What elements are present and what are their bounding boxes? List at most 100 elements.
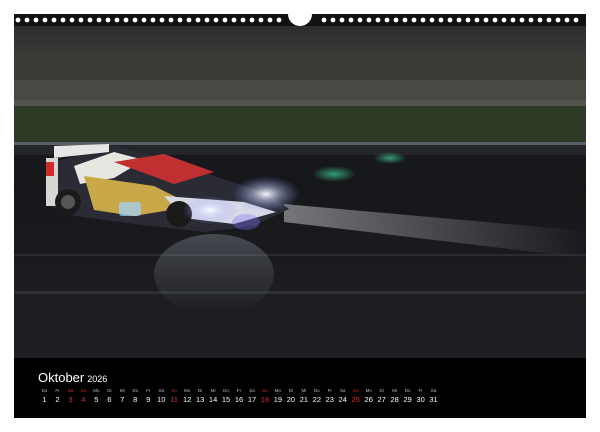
- binding-hole: [231, 17, 237, 23]
- binding-hole: [510, 17, 516, 23]
- day-number: 9: [146, 395, 151, 404]
- month-title: Oktober 2026: [38, 370, 107, 385]
- day-number: 11: [170, 395, 179, 404]
- day-cell: Mi 28: [388, 388, 401, 410]
- binding-hole: [447, 17, 453, 23]
- binding-hole: [330, 17, 336, 23]
- binding-hole: [546, 17, 552, 23]
- day-number: 15: [221, 395, 231, 404]
- day-number: 8: [133, 395, 138, 404]
- binding-hole: [537, 17, 543, 23]
- binding-hole: [96, 17, 102, 23]
- binding-hole: [573, 17, 579, 23]
- day-number: 2: [55, 395, 60, 404]
- day-cell: Do 22: [310, 388, 323, 410]
- day-number: 16: [234, 395, 244, 404]
- race-car-photo: [14, 26, 586, 358]
- day-number: 6: [107, 395, 112, 404]
- day-row: Do 1 Fr 2 Sa 3 So 4 Mo 5 Di 6 Mi 7 Do 8 Fr 9 Sa 10 So 11 Mo 12 D…: [38, 388, 440, 410]
- day-number: 19: [273, 395, 283, 404]
- day-cell: Fr 9: [142, 388, 155, 410]
- day-cell: Di 13: [194, 388, 207, 410]
- binding-hole: [15, 17, 21, 23]
- binding-hole: [420, 17, 426, 23]
- binding-hole: [456, 17, 462, 23]
- day-number: 26: [364, 395, 373, 404]
- binding-hole: [357, 17, 363, 23]
- binding-hole: [123, 17, 129, 23]
- binding-hole: [474, 17, 480, 23]
- day-number: 1: [42, 395, 47, 404]
- day-cell: Do 8: [129, 388, 142, 410]
- day-number: 23: [325, 395, 334, 404]
- binding-hole: [240, 17, 246, 23]
- day-number: 25: [351, 395, 360, 404]
- hanger-notch: [288, 14, 312, 26]
- day-cell: Fr 23: [323, 388, 336, 410]
- binding-hole: [24, 17, 30, 23]
- day-cell: Do 15: [220, 388, 233, 410]
- binding-hole: [555, 17, 561, 23]
- day-number: 24: [338, 395, 347, 404]
- day-cell: Mo 12: [181, 388, 194, 410]
- day-cell: Sa 10: [155, 388, 168, 410]
- binding-hole: [465, 17, 471, 23]
- day-cell: So 4: [77, 388, 90, 410]
- wire-binding: [14, 14, 586, 26]
- binding-hole: [348, 17, 354, 23]
- day-cell: Mi 14: [207, 388, 220, 410]
- binding-hole: [519, 17, 525, 23]
- binding-hole: [132, 17, 138, 23]
- binding-hole: [258, 17, 264, 23]
- month-name: Oktober: [38, 370, 85, 385]
- night-race-image: [14, 26, 586, 358]
- binding-hole: [393, 17, 399, 23]
- binding-hole: [60, 17, 66, 23]
- day-cell: Fr 30: [414, 388, 427, 410]
- day-cell: Di 27: [375, 388, 388, 410]
- day-number: 29: [403, 395, 412, 404]
- binding-hole: [114, 17, 120, 23]
- day-cell: Do 1: [38, 388, 51, 410]
- binding-hole: [384, 17, 390, 23]
- day-cell: Mo 19: [271, 388, 284, 410]
- binding-hole: [33, 17, 39, 23]
- binding-hole: [249, 17, 255, 23]
- binding-hole: [87, 17, 93, 23]
- day-number: 21: [299, 395, 309, 404]
- day-cell: So 18: [258, 388, 271, 410]
- day-cell: Sa 17: [246, 388, 259, 410]
- binding-hole: [222, 17, 228, 23]
- binding-holes: [14, 14, 586, 26]
- binding-hole: [141, 17, 147, 23]
- calendar-strip: Oktober 2026 Do 1 Fr 2 Sa 3 So 4 Mo 5 Di 6 Mi 7 Do 8 Fr 9 S…: [14, 358, 586, 418]
- binding-hole: [267, 17, 273, 23]
- day-number: 30: [416, 395, 425, 404]
- binding-hole: [51, 17, 57, 23]
- binding-hole: [168, 17, 174, 23]
- binding-hole: [339, 17, 345, 23]
- binding-hole: [213, 17, 219, 23]
- day-number: 5: [94, 395, 99, 404]
- binding-hole: [438, 17, 444, 23]
- day-number: 14: [208, 395, 218, 404]
- binding-hole: [177, 17, 183, 23]
- binding-hole: [105, 17, 111, 23]
- binding-hole: [321, 17, 327, 23]
- day-cell: Fr 2: [51, 388, 64, 410]
- day-cell: So 11: [168, 388, 181, 410]
- binding-hole: [204, 17, 210, 23]
- binding-hole: [483, 17, 489, 23]
- day-cell: So 25: [349, 388, 362, 410]
- day-number: 22: [312, 395, 321, 404]
- binding-hole: [150, 17, 156, 23]
- day-cell: Mi 21: [297, 388, 310, 410]
- day-number: 4: [81, 395, 86, 404]
- day-cell: Mo 5: [90, 388, 103, 410]
- day-cell: Do 29: [401, 388, 414, 410]
- day-number: 7: [120, 395, 125, 404]
- day-number: 18: [260, 395, 270, 404]
- binding-hole: [411, 17, 417, 23]
- day-number: 27: [377, 395, 386, 404]
- day-cell: Di 6: [103, 388, 116, 410]
